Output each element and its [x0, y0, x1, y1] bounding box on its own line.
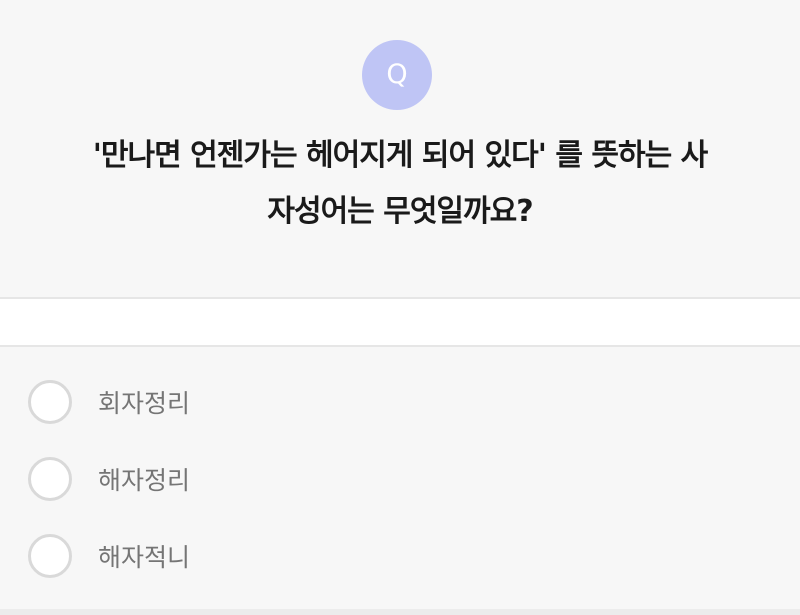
radio-button-icon[interactable] — [28, 380, 72, 424]
answer-option-3[interactable]: 해자적니 — [28, 529, 190, 583]
radio-button-icon[interactable] — [28, 457, 72, 501]
answer-option-label: 회자정리 — [98, 389, 191, 418]
answer-option-1[interactable]: 회자정리 — [28, 375, 190, 429]
bottom-divider — [0, 609, 800, 615]
radio-button-icon[interactable] — [28, 534, 72, 578]
question-line-1: '만나면 언젠가는 헤어지게 되어 있다' 를 뜻하는 사 — [92, 138, 708, 173]
question-panel: Q '만나면 언젠가는 헤어지게 되어 있다' 를 뜻하는 사 자성어는 무엇일… — [0, 0, 800, 299]
answer-option-2[interactable]: 해자정리 — [28, 452, 190, 506]
answer-option-label: 해자정리 — [98, 466, 191, 495]
question-text: '만나면 언젠가는 헤어지게 되어 있다' 를 뜻하는 사 자성어는 무엇일까요… — [20, 128, 780, 240]
divider-band — [0, 299, 800, 347]
question-badge: Q — [362, 40, 432, 110]
answer-options: 회자정리 해자정리 해자적니 — [0, 347, 800, 609]
question-line-2: 자성어는 무엇일까요? — [267, 194, 533, 229]
answer-option-label: 해자적니 — [98, 543, 191, 572]
